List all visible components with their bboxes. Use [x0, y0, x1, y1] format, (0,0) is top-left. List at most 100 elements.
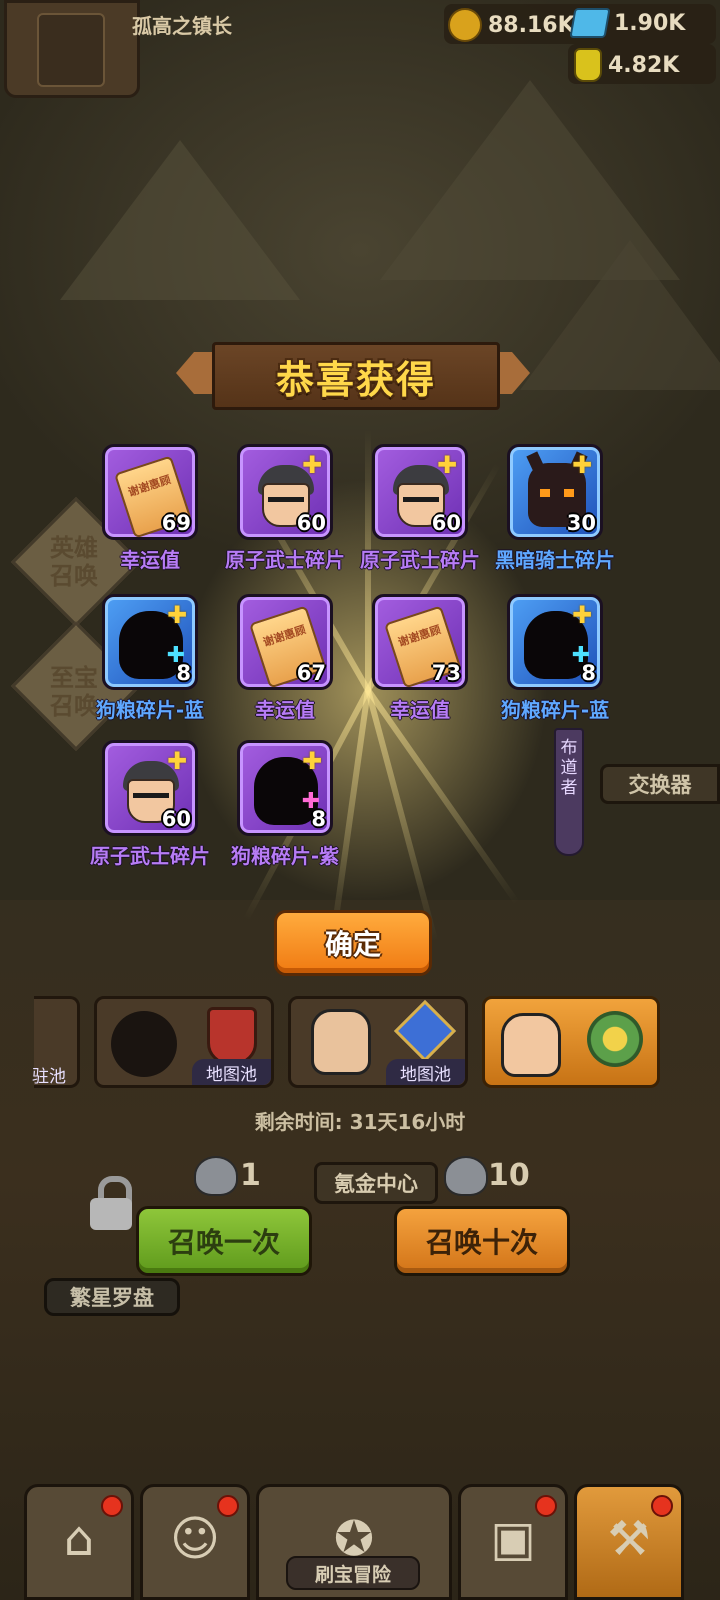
reward-item[interactable]: ✚ 30 黑暗骑士碎片	[485, 444, 625, 573]
gem-value: 1.90K	[614, 10, 686, 36]
gold-value: 88.16K	[488, 12, 575, 38]
shop-stall-icon: ⌂	[63, 1511, 95, 1567]
cost-ten: 10	[488, 1158, 530, 1193]
fragment-icon: ✚	[571, 601, 593, 629]
reward-card[interactable]: ✚ 30	[507, 444, 603, 540]
reward-card[interactable]: ✚ 60	[372, 444, 468, 540]
reward-item[interactable]: 谢谢惠顾 69 幸运值	[80, 444, 220, 573]
summon-ticket-icon	[444, 1156, 488, 1196]
player-avatar-frame[interactable]	[4, 0, 140, 98]
dialog-title: 恭喜获得	[275, 357, 436, 402]
reward-count: 8	[581, 661, 596, 685]
reward-count: 69	[161, 511, 191, 535]
banner-plate: 恭喜获得	[212, 342, 500, 410]
ticket-text: 谢谢惠顾	[396, 623, 443, 650]
backpack-icon: ▣	[490, 1511, 536, 1567]
summon-ten-button[interactable]: 召唤十次	[394, 1206, 570, 1276]
player-name: 孤高之镇长	[132, 14, 232, 38]
nav-heroes[interactable]: ☺	[140, 1484, 250, 1600]
reward-name: 黑暗骑士碎片	[495, 548, 615, 572]
hero-face-icon: ☺	[169, 1511, 221, 1567]
reward-name: 狗粮碎片-紫	[230, 844, 340, 868]
reward-name: 原子武士碎片	[225, 548, 345, 572]
reward-item[interactable]: 谢谢惠顾 73 幸运值	[350, 594, 490, 723]
reward-card[interactable]: ✚ 60	[102, 740, 198, 836]
preacher-banner[interactable]: 布道者	[554, 728, 584, 856]
nav-shop[interactable]: ⌂	[24, 1484, 134, 1600]
energy-counter: 4.82K	[574, 48, 679, 82]
fragment-icon: ✚	[301, 451, 323, 479]
gem-icon	[569, 8, 611, 38]
pool-tab-3[interactable]: 地图池	[288, 996, 468, 1088]
pool-tab-3-tag: 地图池	[386, 1059, 465, 1085]
shop-button[interactable]: 氪金中心	[314, 1162, 438, 1204]
pool-tab-2-tag: 地图池	[192, 1059, 271, 1085]
summon-ticket-icon	[194, 1156, 238, 1196]
nav-adventure-label: 刷宝冒险	[286, 1556, 420, 1590]
ticket-text: 谢谢惠顾	[261, 623, 308, 650]
reward-count: 8	[176, 661, 191, 685]
summon-once-button[interactable]: 召唤一次	[136, 1206, 312, 1276]
lock-icon	[88, 1176, 134, 1232]
reward-title-banner: 恭喜获得	[176, 340, 530, 410]
notification-badge	[217, 1495, 239, 1517]
energy-bottle-icon	[574, 48, 602, 82]
reward-item[interactable]: ✚ 60 原子武士碎片	[215, 444, 355, 573]
reward-card[interactable]: 谢谢惠顾 67	[237, 594, 333, 690]
reward-name: 狗粮碎片-蓝	[500, 698, 610, 722]
hero-portrait-icon	[501, 1013, 561, 1077]
avatar	[37, 13, 105, 87]
nav-summon[interactable]: ⚒	[574, 1484, 684, 1600]
lock-body	[90, 1198, 132, 1230]
reward-card[interactable]: ✚ 60	[237, 444, 333, 540]
top-bar: 孤高之镇长 88.16K 1.90K 4.82K	[0, 0, 720, 98]
hero-eyes	[268, 497, 304, 508]
reward-count: 73	[431, 661, 461, 685]
pool-tab-1-label: 驻池	[32, 1067, 66, 1087]
reward-item[interactable]: ✚ ✚ 8 狗粮碎片-蓝	[80, 594, 220, 723]
mountain-shape	[60, 140, 300, 300]
exchanger-button[interactable]: 交换器	[600, 764, 720, 804]
glowing-eyes	[540, 489, 574, 497]
fragment-icon: ✚	[571, 451, 593, 479]
reward-count: 67	[296, 661, 326, 685]
pool-tab-2[interactable]: 地图池	[94, 996, 274, 1088]
reward-card[interactable]: ✚ ✚ 8	[237, 740, 333, 836]
fragment-icon: ✚	[166, 601, 188, 629]
reward-item[interactable]: ✚ 60 原子武士碎片	[350, 444, 490, 573]
notification-badge	[101, 1495, 123, 1517]
confirm-button[interactable]: 确定	[274, 910, 432, 976]
fragment-icon: ✚	[166, 747, 188, 775]
shield-sword-icon	[207, 1007, 257, 1065]
reward-card[interactable]: 谢谢惠顾 73	[372, 594, 468, 690]
reward-card[interactable]: ✚ ✚ 8	[102, 594, 198, 690]
hammer-icon: ⚒	[607, 1511, 651, 1567]
reward-name: 幸运值	[255, 698, 315, 722]
hero-eyes	[403, 497, 439, 508]
reward-item[interactable]: ✚ 60 原子武士碎片	[80, 740, 220, 869]
gold-counter: 88.16K	[448, 8, 575, 42]
star-compass-button[interactable]: 繁星罗盘	[44, 1278, 180, 1316]
reward-name: 幸运值	[120, 548, 180, 572]
reward-name: 原子武士碎片	[90, 844, 210, 868]
flower-emblem-icon	[587, 1011, 643, 1067]
hero-eyes	[133, 793, 169, 804]
blue-crystal-icon	[393, 999, 457, 1063]
reward-count: 8	[311, 807, 326, 831]
gem-counter: 1.90K	[569, 8, 686, 38]
reward-card[interactable]: 谢谢惠顾 69	[102, 444, 198, 540]
reward-count: 60	[296, 511, 326, 535]
pool-tab-4-selected[interactable]	[482, 996, 660, 1088]
reward-name: 狗粮碎片-蓝	[95, 698, 205, 722]
reward-item[interactable]: ✚ ✚ 8 狗粮碎片-蓝	[485, 594, 625, 723]
nav-bag[interactable]: ▣	[458, 1484, 568, 1600]
reward-count: 60	[161, 807, 191, 831]
cost-one: 1	[240, 1158, 261, 1193]
reward-count: 60	[431, 511, 461, 535]
reward-item[interactable]: 谢谢惠顾 67 幸运值	[215, 594, 355, 723]
remaining-time: 剩余时间: 31天16小时	[254, 1110, 466, 1134]
reward-item[interactable]: ✚ ✚ 8 狗粮碎片-紫	[215, 740, 355, 869]
reward-card[interactable]: ✚ ✚ 8	[507, 594, 603, 690]
ticket-text: 谢谢惠顾	[126, 473, 173, 500]
reward-count: 30	[566, 511, 596, 535]
